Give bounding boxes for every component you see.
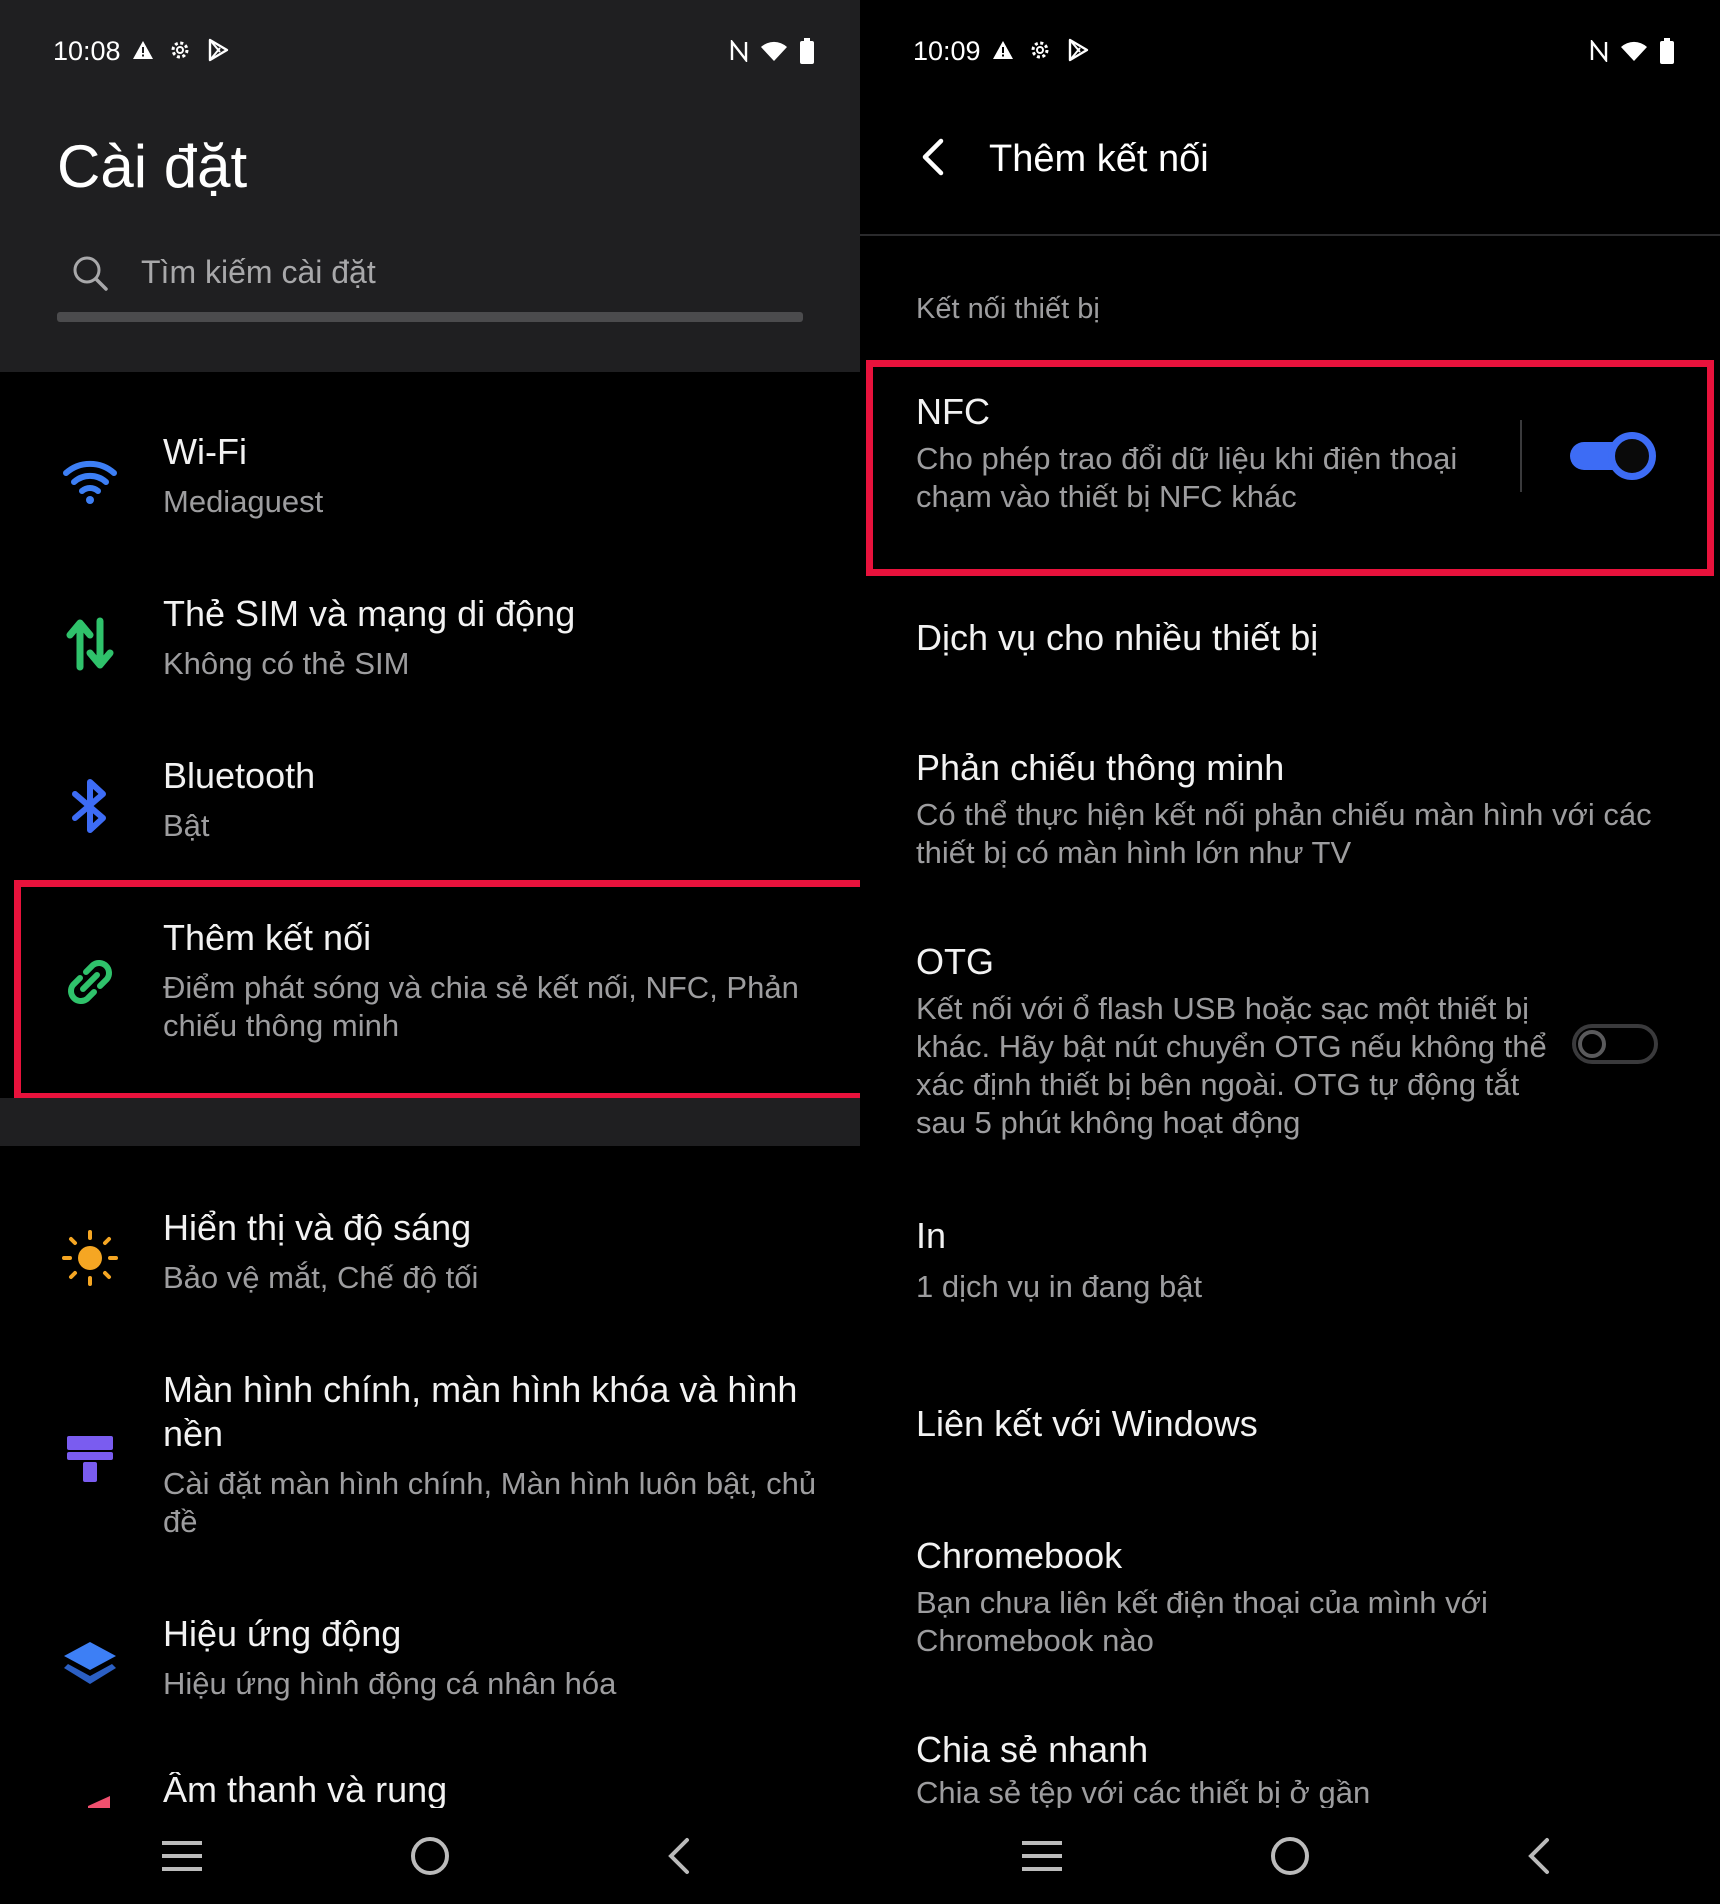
item-title: Hiển thị và độ sáng: [163, 1207, 472, 1248]
item-subtitle: Có thể thực hiện kết nối phản chiếu màn …: [916, 797, 1652, 870]
item-subtitle: 1 dịch vụ in đang bật: [916, 1269, 1203, 1304]
section-label: Kết nối thiết bị: [916, 293, 1100, 325]
layers-icon: [60, 1634, 120, 1694]
settings-item-home-screen[interactable]: Màn hình chính, màn hình khóa và hình nề…: [0, 1366, 860, 1556]
status-time: 10:09: [913, 36, 981, 66]
item-title: Dịch vụ cho nhiều thiết bị: [916, 617, 1319, 658]
gear-icon: [1031, 41, 1049, 59]
settings-item-sound[interactable]: Âm thanh và rung: [0, 1772, 860, 1812]
navigation-bar: [860, 1808, 1720, 1904]
home-button[interactable]: [1260, 1826, 1320, 1886]
play-store-icon: [1068, 38, 1089, 62]
item-title: Chia sẻ nhanh: [916, 1729, 1149, 1770]
item-title: Bluetooth: [163, 755, 316, 796]
back-arrow-icon: [1528, 1838, 1549, 1874]
volume-icon: [60, 1772, 120, 1812]
battery-icon: [800, 38, 814, 64]
setting-otg[interactable]: OTG Kết nối với ổ flash USB hoặc sạc một…: [916, 940, 1556, 1142]
item-title: In: [916, 1215, 947, 1256]
menu-icon: [1022, 1841, 1062, 1871]
warning-icon: [133, 41, 153, 59]
setting-chromebook[interactable]: Chromebook Bạn chưa liên kết điện thoại …: [916, 1534, 1556, 1660]
search-underline: [57, 312, 803, 322]
item-subtitle: Bạn chưa liên kết điện thoại của mình vớ…: [916, 1585, 1488, 1658]
item-subtitle: Bật: [163, 808, 210, 843]
setting-link-windows[interactable]: Liên kết với Windows: [916, 1402, 1676, 1446]
settings-item-wifi[interactable]: Wi-Fi Mediaguest: [0, 428, 860, 558]
settings-item-bluetooth[interactable]: Bluetooth Bật: [0, 752, 860, 882]
menu-button[interactable]: [1012, 1826, 1072, 1886]
item-title: Âm thanh và rung: [163, 1772, 448, 1810]
data-arrows-icon: [60, 614, 120, 674]
setting-quick-share[interactable]: Chia sẻ nhanh Chia sẻ tệp với các thiết …: [916, 1728, 1676, 1812]
status-time: 10:08: [53, 36, 121, 66]
back-button[interactable]: [1508, 1826, 1568, 1886]
search-icon: [73, 256, 108, 291]
nfc-icon: [730, 40, 748, 62]
settings-item-animations[interactable]: Hiệu ứng động Hiệu ứng hình động cá nhân…: [0, 1610, 860, 1740]
bluetooth-icon: [60, 776, 120, 836]
back-arrow-icon: [668, 1838, 689, 1874]
settings-item-display[interactable]: Hiển thị và độ sáng Bảo vệ mắt, Chế độ t…: [0, 1204, 860, 1334]
item-subtitle: Bảo vệ mắt, Chế độ tối: [163, 1260, 479, 1295]
item-subtitle: Hiệu ứng hình động cá nhân hóa: [163, 1666, 617, 1701]
highlight-box: [866, 360, 1714, 576]
status-bar: 10:09: [860, 0, 1720, 104]
item-title: Hiệu ứng động: [163, 1613, 402, 1654]
item-title: Màn hình chính, màn hình khóa và hình nề…: [163, 1369, 798, 1454]
otg-toggle[interactable]: [1572, 1018, 1662, 1070]
settings-item-sim[interactable]: Thẻ SIM và mạng di động Không có thẻ SIM: [0, 590, 860, 720]
navigation-bar: [0, 1808, 860, 1904]
home-button[interactable]: [400, 1826, 460, 1886]
nfc-icon: [1590, 40, 1608, 62]
back-button[interactable]: [648, 1826, 708, 1886]
setting-smart-mirroring[interactable]: Phản chiếu thông minh Có thể thực hiện k…: [916, 746, 1706, 872]
page-title: Cài đặt: [57, 133, 248, 200]
menu-icon: [162, 1841, 202, 1871]
home-circle-icon: [411, 1837, 449, 1875]
home-circle-icon: [1271, 1837, 1309, 1875]
item-title: Liên kết với Windows: [916, 1403, 1258, 1444]
page-title: Thêm kết nối: [989, 138, 1209, 180]
status-bar: 10:08: [0, 0, 860, 104]
item-title: Wi-Fi: [163, 431, 247, 472]
settings-screen: 10:08 Cài đặt Tìm kiếm cài đặt Wi-Fi Med…: [0, 0, 860, 1904]
item-subtitle: Chia sẻ tệp với các thiết bị ở gần: [916, 1775, 1371, 1810]
back-icon[interactable]: [915, 135, 949, 179]
item-subtitle: Không có thẻ SIM: [163, 646, 410, 681]
item-subtitle: Kết nối với ổ flash USB hoặc sạc một thi…: [916, 991, 1547, 1140]
item-title: Thẻ SIM và mạng di động: [163, 593, 576, 634]
setting-printing[interactable]: In 1 dịch vụ in đang bật: [916, 1214, 1676, 1306]
item-title: OTG: [916, 941, 994, 982]
wifi-signal-icon: [1621, 41, 1647, 61]
item-title: Phản chiếu thông minh: [916, 747, 1285, 788]
sun-icon: [60, 1228, 120, 1288]
section-divider: [0, 1098, 860, 1146]
appbar-divider: [860, 234, 1720, 236]
wifi-icon: [60, 452, 120, 512]
item-subtitle: Cài đặt màn hình chính, Màn hình luôn bậ…: [163, 1466, 817, 1539]
search-input[interactable]: Tìm kiếm cài đặt: [141, 254, 376, 291]
setting-multi-device[interactable]: Dịch vụ cho nhiều thiết bị: [916, 616, 1676, 660]
gear-icon: [171, 41, 189, 59]
play-store-icon: [208, 38, 229, 62]
battery-icon: [1660, 38, 1674, 64]
warning-icon: [993, 41, 1013, 59]
search-bar[interactable]: Tìm kiếm cài đặt: [57, 240, 803, 322]
toggle-thumb: [1578, 1030, 1606, 1058]
highlight-box: [14, 880, 860, 1100]
menu-button[interactable]: [152, 1826, 212, 1886]
wifi-signal-icon: [761, 41, 787, 61]
paint-roller-icon: [60, 1428, 120, 1488]
item-title: Chromebook: [916, 1535, 1123, 1576]
more-connections-screen: 10:09 Thêm kết nối Kết nối thiết bị NFC …: [860, 0, 1720, 1904]
item-subtitle: Mediaguest: [163, 484, 324, 519]
